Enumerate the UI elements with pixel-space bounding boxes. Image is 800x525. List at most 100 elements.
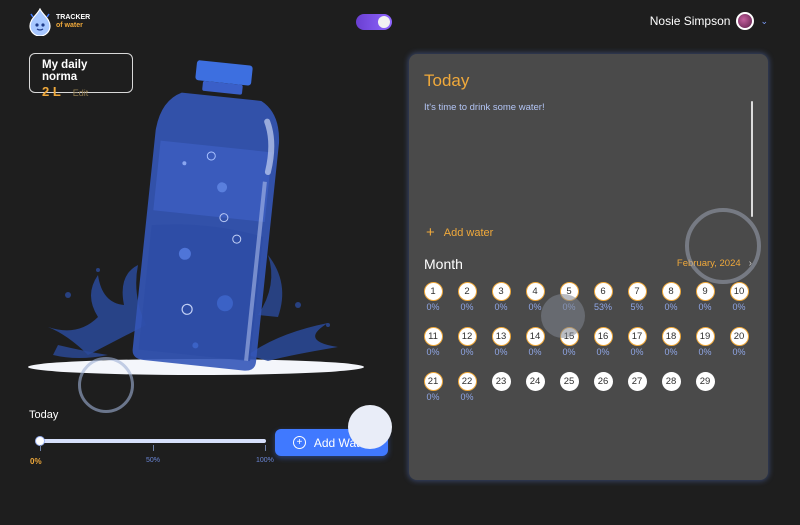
calendar-day[interactable]: 16 0% [592,327,614,357]
calendar-day-number: 10 [729,282,749,301]
calendar-day-percent: 0% [664,302,678,312]
calendar-day[interactable]: 1 0% [422,282,444,312]
calendar-day-number: 3 [491,282,511,301]
progress-tick-50 [153,445,154,451]
app-logo[interactable]: TRACKER of water [28,8,90,36]
calendar-day[interactable]: 28 [660,372,682,392]
calendar-day-percent: 0% [732,302,746,312]
today-month-panel: Today It's time to drink some water! + A… [409,54,768,480]
calendar-day[interactable]: 22 0% [456,372,478,402]
calendar-day[interactable]: 23 [490,372,512,392]
calendar-day[interactable]: 7 5% [626,282,648,312]
calendar-day-percent: 0% [732,347,746,357]
bottle [132,60,280,371]
today-progress-bar[interactable] [35,436,266,446]
calendar-day[interactable]: 25 [558,372,580,392]
calendar-day[interactable]: 2 0% [456,282,478,312]
calendar-day-number: 11 [423,327,443,346]
calendar-day-percent: 0% [664,347,678,357]
calendar-day-percent: 0% [460,347,474,357]
calendar-day-number: 23 [491,372,511,391]
chevron-down-icon: ⌄ [760,15,768,26]
calendar-day-percent: 0% [426,392,440,402]
calendar-day[interactable]: 4 0% [524,282,546,312]
calendar-day[interactable]: 15 0% [558,327,580,357]
calendar-day-percent: 0% [596,347,610,357]
calendar-day-number: 12 [457,327,477,346]
calendar-day-number: 4 [525,282,545,301]
calendar-day-percent: 53% [593,302,612,312]
calendar-day-percent: 0% [460,302,474,312]
today-title: Today [424,71,470,90]
calendar-day[interactable]: 6 53% [592,282,614,312]
calendar-day-number: 22 [457,372,477,391]
user-menu[interactable]: Nosie Simpson ⌄ [650,12,768,30]
calendar-day[interactable]: 14 0% [524,327,546,357]
calendar-day[interactable]: 12 0% [456,327,478,357]
calendar-day[interactable]: 13 0% [490,327,512,357]
calendar-day[interactable]: 9 0% [694,282,716,312]
calendar-day-percent: 0% [494,347,508,357]
add-water-button-label: Add Water [313,435,371,450]
calendar-day-number: 14 [525,327,545,346]
user-name: Nosie Simpson [649,14,731,28]
calendar-day-number: 5 [559,282,579,301]
logo-text-line1: TRACKER [56,14,91,21]
calendar-day-number: 8 [661,282,681,301]
theme-toggle-knob [378,16,390,28]
progress-tick-0 [40,445,41,451]
calendar-day-percent: 0% [698,347,712,357]
progress-tick-label-50: 50% [146,457,161,464]
calendar-day[interactable]: 26 [592,372,614,392]
theme-toggle[interactable] [356,14,392,30]
add-water-button[interactable]: + Add Water [275,429,388,456]
calendar-day[interactable]: 10 0% [728,282,750,312]
today-message: It's time to drink some water! [424,102,545,113]
calendar-day[interactable]: 17 0% [626,327,648,357]
calendar-day-number: 20 [729,327,749,346]
avatar [736,12,755,30]
calendar-day[interactable]: 3 0% [490,282,512,312]
calendar-day-percent: 0% [494,302,508,312]
calendar-day-percent: 0% [630,347,644,357]
calendar-day-percent: 0% [528,347,542,357]
add-water-link-label: Add water [443,226,494,239]
calendar-day-number: 2 [457,282,477,301]
today-list-scrollbar[interactable] [751,101,753,217]
calendar-day-percent: 0% [528,302,542,312]
add-water-link[interactable]: + Add water [426,225,493,240]
calendar-day[interactable]: 20 0% [728,327,750,357]
calendar-day[interactable]: 29 [694,372,716,392]
calendar-day[interactable]: 8 0% [660,282,682,312]
calendar-day-number: 21 [423,372,443,391]
calendar-day[interactable]: 11 0% [422,327,444,357]
calendar-day-number: 9 [695,282,715,301]
chevron-right-icon[interactable]: › [749,258,752,269]
month-label: February, 2024 [676,258,741,269]
calendar-day[interactable]: 21 0% [422,372,444,402]
calendar-day-percent: 0% [562,347,576,357]
calendar-day-number: 27 [627,372,647,391]
calendar-day-number: 24 [525,372,545,391]
water-bottle-illustration [28,60,364,375]
calendar-day-percent: 0% [562,302,576,312]
water-drop-logo-icon [29,8,51,36]
calendar-day-number: 6 [593,282,613,301]
calendar-day-number: 1 [423,282,443,301]
progress-tick-label-0: 0% [30,457,42,466]
today-progress-label: Today [29,409,59,421]
calendar-day-number: 25 [559,372,579,391]
calendar-day[interactable]: 24 [524,372,546,392]
calendar-day-percent: 5% [630,302,644,312]
month-title: Month [424,256,463,272]
progress-tick-label-100: 100% [256,457,274,464]
calendar-day[interactable]: 18 0% [660,327,682,357]
plus-circle-icon: + [292,436,306,449]
calendar-day-number: 26 [593,372,613,391]
calendar-day[interactable]: 27 [626,372,648,392]
calendar-day-percent: 0% [698,302,712,312]
calendar-day-percent: 0% [426,347,440,357]
calendar-day[interactable]: 5 0% [558,282,580,312]
calendar-day-number: 15 [559,327,579,346]
calendar-day[interactable]: 19 0% [694,327,716,357]
